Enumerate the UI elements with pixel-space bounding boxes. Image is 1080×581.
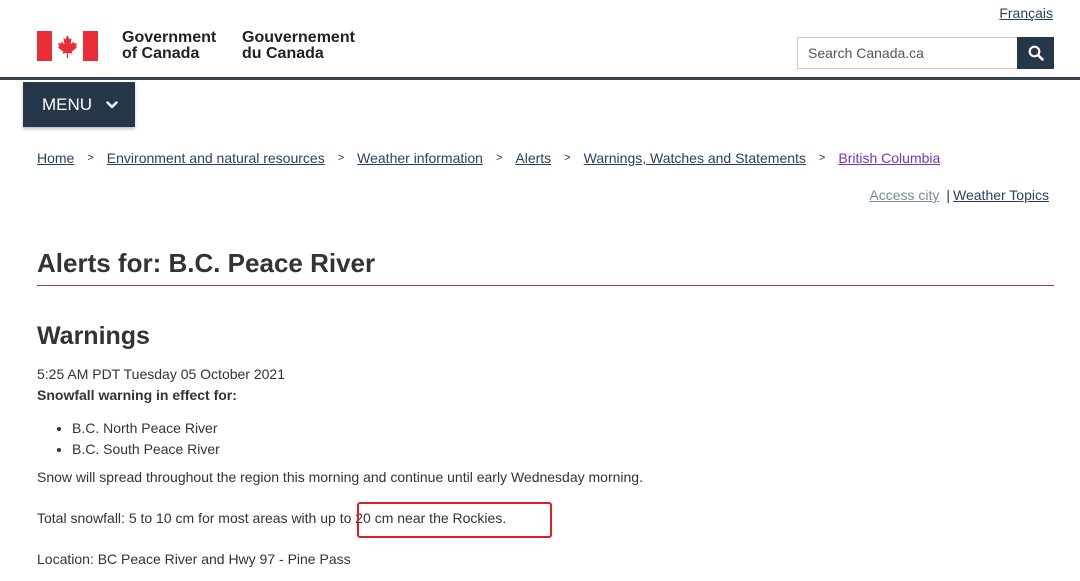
breadcrumb-separator: > bbox=[564, 152, 571, 164]
list-item: B.C. North Peace River bbox=[72, 418, 220, 439]
warnings-heading: Warnings bbox=[37, 322, 150, 350]
signature-en-line1: Government bbox=[122, 29, 217, 46]
menu-button[interactable]: MENU bbox=[23, 82, 135, 127]
search-form bbox=[797, 37, 1054, 69]
breadcrumb-separator: > bbox=[87, 152, 94, 164]
breadcrumb-alerts[interactable]: Alerts bbox=[515, 150, 551, 166]
link-separator: | bbox=[946, 187, 951, 203]
breadcrumb-separator: > bbox=[818, 152, 826, 164]
canada-flag-logo[interactable] bbox=[37, 31, 98, 61]
title-divider bbox=[37, 285, 1054, 286]
alert-timestamp: 5:25 AM PDT Tuesday 05 October 2021 bbox=[37, 366, 286, 382]
auxiliary-links: Access city | Weather Topics bbox=[869, 187, 1049, 203]
government-signature-fr: Gouvernement du Canada bbox=[242, 30, 355, 62]
signature-fr-line1: Gouvernement bbox=[242, 29, 355, 46]
breadcrumb-environment[interactable]: Environment and natural resources bbox=[107, 150, 325, 166]
search-input[interactable] bbox=[797, 37, 1017, 69]
signature-fr-line2: du Canada bbox=[242, 45, 324, 62]
warning-paragraph: Snow will spread throughout the region t… bbox=[37, 469, 643, 485]
breadcrumb-home[interactable]: Home bbox=[37, 150, 74, 166]
signature-en-line2: of Canada bbox=[122, 45, 200, 62]
breadcrumb-weather-information[interactable]: Weather information bbox=[357, 150, 483, 166]
warning-paragraph: Location: BC Peace River and Hwy 97 - Pi… bbox=[37, 551, 351, 567]
menu-label: MENU bbox=[42, 94, 93, 114]
affected-regions-list: B.C. North Peace River B.C. South Peace … bbox=[54, 418, 220, 460]
breadcrumb-separator: > bbox=[337, 152, 345, 164]
chevron-down-icon bbox=[106, 100, 118, 109]
highlight-annotation-box bbox=[357, 502, 552, 538]
breadcrumb-british-columbia[interactable]: British Columbia bbox=[838, 150, 940, 166]
government-signature-en: Government of Canada bbox=[122, 30, 216, 62]
language-toggle-link[interactable]: Français bbox=[999, 5, 1053, 21]
access-city-link[interactable]: Access city bbox=[869, 187, 939, 203]
breadcrumb-separator: > bbox=[495, 152, 503, 164]
breadcrumb-warnings-watches[interactable]: Warnings, Watches and Statements bbox=[584, 150, 806, 166]
search-icon bbox=[1028, 45, 1044, 61]
breadcrumb: Home > Environment and natural resources… bbox=[37, 150, 940, 166]
search-button[interactable] bbox=[1017, 37, 1054, 69]
site-header: Français Government of Canada Gouverneme… bbox=[0, 0, 1080, 80]
page-title: Alerts for: B.C. Peace River bbox=[37, 248, 376, 278]
list-item: B.C. South Peace River bbox=[72, 439, 220, 460]
weather-topics-link[interactable]: Weather Topics bbox=[953, 187, 1049, 203]
warning-heading: Snowfall warning in effect for: bbox=[37, 387, 237, 403]
